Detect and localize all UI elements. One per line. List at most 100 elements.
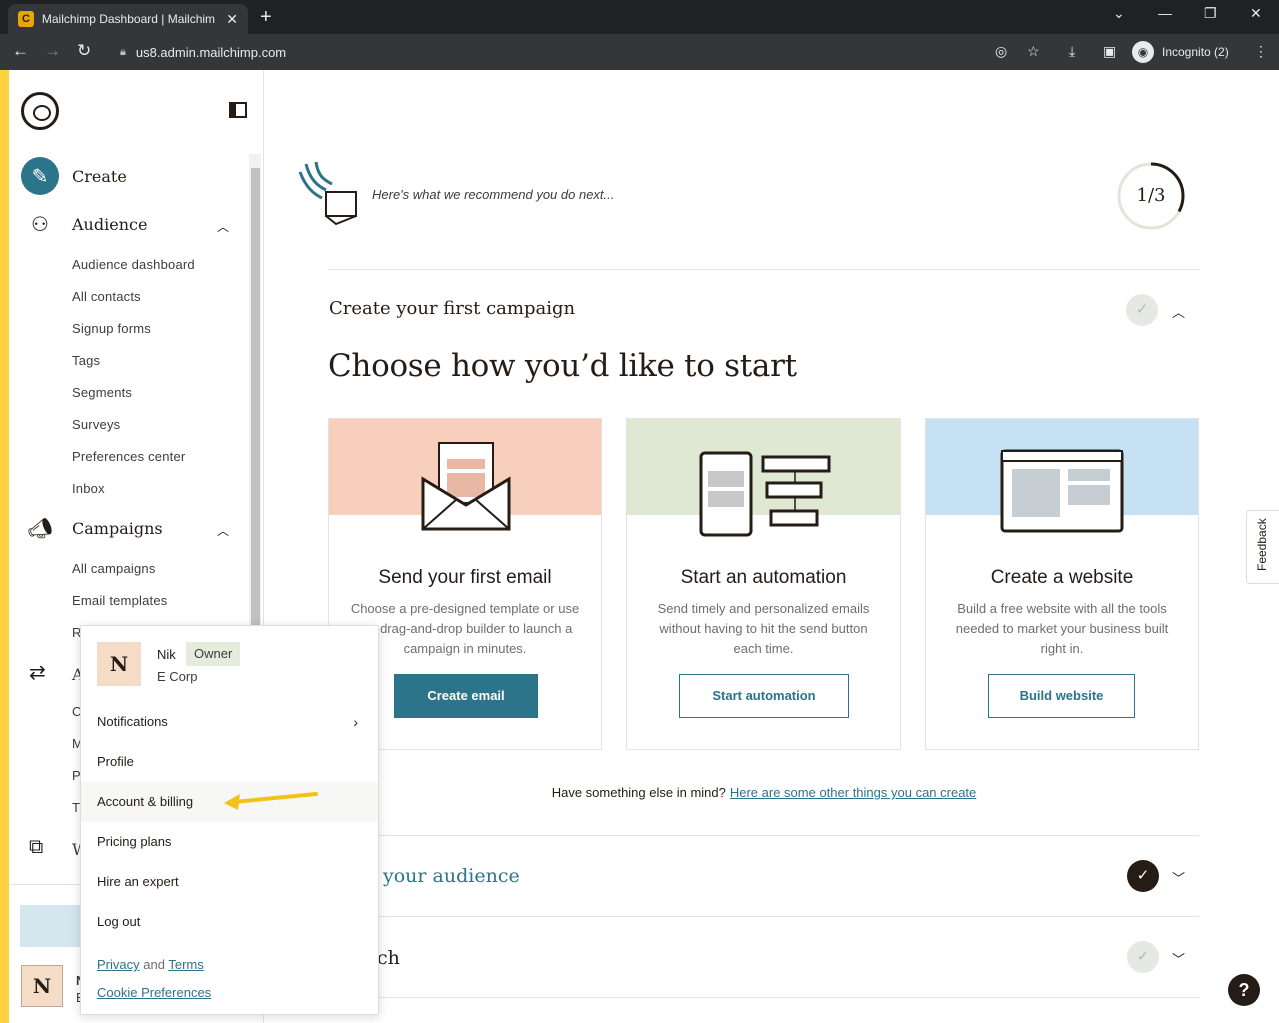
sidebar-subitem-all-contacts[interactable]: All contacts	[72, 289, 141, 304]
star-icon[interactable]: ☆	[1027, 43, 1040, 60]
card-title: Send your first email	[378, 567, 552, 588]
chevron-up-icon[interactable]: ︿	[1172, 302, 1185, 321]
terms-link[interactable]: Terms	[168, 957, 203, 972]
start-automation-button[interactable]: Start automation	[679, 674, 849, 718]
sidebar-item-create[interactable]: ✎ Create	[21, 157, 127, 195]
megaphone-icon: 📣︎	[27, 517, 53, 540]
menu-item-log-out[interactable]: Log out	[81, 902, 378, 942]
sidebar-subitem-tags[interactable]: Tags	[72, 353, 100, 368]
lock-icon: 🔒︎	[120, 45, 126, 58]
divider	[328, 269, 1199, 270]
back-icon[interactable]: ←	[12, 41, 29, 61]
cookie-row: Cookie Preferences	[97, 985, 211, 1000]
sidebar-subitem-partial[interactable]: T	[72, 800, 80, 815]
menu-item-label: Notifications	[97, 714, 168, 729]
annotation-arrow-icon	[224, 792, 318, 810]
browser-tab[interactable]: C Mailchimp Dashboard | Mailchim ✕	[8, 4, 248, 34]
chevron-down-icon[interactable]: ﹀	[1172, 868, 1185, 887]
window-close-icon[interactable]: ✕	[1250, 5, 1262, 22]
pencil-icon: ✎	[21, 157, 59, 195]
other-options-link[interactable]: Here are some other things you can creat…	[730, 785, 976, 800]
chevron-up-icon[interactable]: ︿	[217, 218, 229, 235]
help-button[interactable]: ?	[1228, 974, 1260, 1006]
avatar: N	[97, 642, 141, 686]
check-icon: ✓	[1126, 294, 1158, 326]
divider	[328, 997, 1199, 998]
new-tab-icon[interactable]: +	[260, 6, 272, 29]
mailchimp-logo-icon[interactable]	[21, 92, 59, 130]
menu-item-profile[interactable]: Profile	[81, 742, 378, 782]
reload-icon[interactable]: ↻	[77, 41, 91, 61]
legal-links: Privacy and Terms	[97, 957, 204, 972]
collapse-sidebar-icon[interactable]	[229, 102, 247, 118]
sidebar-item-audience[interactable]: ⚇ Audience	[21, 205, 147, 243]
menu-item-notifications[interactable]: Notifications ›	[81, 702, 378, 742]
company-name: E Corp	[157, 669, 198, 684]
address-bar[interactable]: 🔒︎ us8.admin.mailchimp.com	[108, 38, 1118, 66]
tab-title: Mailchimp Dashboard | Mailchim	[41, 12, 216, 26]
tab-close-icon[interactable]: ✕	[226, 11, 238, 28]
step-title-launch[interactable]: ch	[377, 947, 400, 969]
incognito-profile[interactable]: ◉ Incognito (2)	[1132, 41, 1229, 63]
sidebar-item-label: Create	[72, 166, 127, 186]
incognito-label: Incognito (2)	[1162, 45, 1229, 59]
sidebar-item-label: Audience	[72, 214, 148, 234]
check-icon: ✓	[1127, 941, 1159, 973]
automation-flow-icon	[699, 451, 831, 537]
chevron-down-icon[interactable]: ﹀	[1172, 949, 1185, 968]
accent-bar	[0, 70, 9, 1023]
user-avatar[interactable]: N	[21, 965, 63, 1007]
card-description: Choose a pre-designed template or use ou…	[350, 601, 580, 656]
envelope-icon	[421, 442, 511, 531]
role-badge: Owner	[186, 642, 241, 666]
sidebar-scrollbar-thumb[interactable]	[251, 168, 260, 698]
sidebar-subitem-signup-forms[interactable]: Signup forms	[72, 321, 151, 336]
legal-and-text: and	[143, 957, 165, 972]
privacy-link[interactable]: Privacy	[97, 957, 140, 972]
minimize-icon[interactable]: —	[1158, 5, 1172, 21]
audience-icon: ⚇	[31, 213, 49, 236]
browser-menu-icon[interactable]: ⋮	[1254, 43, 1268, 60]
sidebar-subitem-preferences-center[interactable]: Preferences center	[72, 449, 185, 464]
incognito-icon: ◉	[1132, 41, 1154, 63]
side-panel-icon[interactable]: ▣	[1103, 43, 1116, 60]
cookie-preferences-link[interactable]: Cookie Preferences	[97, 985, 211, 1000]
website-icon	[1000, 449, 1124, 533]
menu-item-hire-expert[interactable]: Hire an expert	[81, 862, 378, 902]
url-text: us8.admin.mailchimp.com	[135, 44, 287, 60]
step-title-audience[interactable]: your audience	[383, 865, 520, 887]
menu-item-pricing-plans[interactable]: Pricing plans	[81, 822, 378, 862]
chevron-up-icon[interactable]: ︿	[217, 522, 229, 539]
progress-label: 1/3	[1136, 185, 1166, 206]
restore-icon[interactable]: ❐	[1204, 5, 1217, 22]
mailchimp-favicon-icon: C	[18, 11, 34, 27]
sidebar-subitem-email-templates[interactable]: Email templates	[72, 593, 167, 608]
check-icon: ✓	[1127, 860, 1159, 892]
sidebar-subitem-all-campaigns[interactable]: All campaigns	[72, 561, 156, 576]
eye-off-icon[interactable]: ◎	[995, 43, 1007, 60]
sidebar-subitem-audience-dashboard[interactable]: Audience dashboard	[72, 257, 195, 272]
recommendation-text: Here's what we recommend you do next...	[372, 187, 615, 202]
sidebar-subitem-segments[interactable]: Segments	[72, 385, 132, 400]
recommendation-illustration-icon	[298, 161, 357, 226]
sidebar-item-label: Campaigns	[72, 518, 163, 538]
divider	[328, 916, 1199, 917]
feedback-tab[interactable]: Feedback	[1246, 510, 1279, 584]
automations-icon: ⇄	[29, 662, 46, 684]
create-email-button[interactable]: Create email	[394, 674, 538, 718]
card-title: Start an automation	[680, 567, 847, 588]
card-title: Create a website	[990, 567, 1134, 588]
main-content: Here's what we recommend you do next... …	[264, 70, 1279, 1023]
sidebar-item-campaigns[interactable]: 📣︎ Campaigns	[21, 509, 163, 547]
sidebar-subitem-inbox[interactable]: Inbox	[72, 481, 105, 496]
chevron-right-icon: ›	[353, 714, 358, 730]
account-menu-popup: N Nik Owner E Corp Notifications › Profi…	[80, 625, 379, 1015]
step-title-first-campaign[interactable]: Create your first campaign	[329, 298, 575, 319]
other-options-text: Have something else in mind?	[551, 785, 726, 800]
user-name: Nik	[157, 647, 176, 662]
download-icon[interactable]: ⤓	[1069, 43, 1075, 60]
tab-search-icon[interactable]: ⌄	[1113, 5, 1125, 22]
forward-icon[interactable]: →	[44, 41, 61, 61]
build-website-button[interactable]: Build website	[988, 674, 1135, 718]
sidebar-subitem-surveys[interactable]: Surveys	[72, 417, 120, 432]
